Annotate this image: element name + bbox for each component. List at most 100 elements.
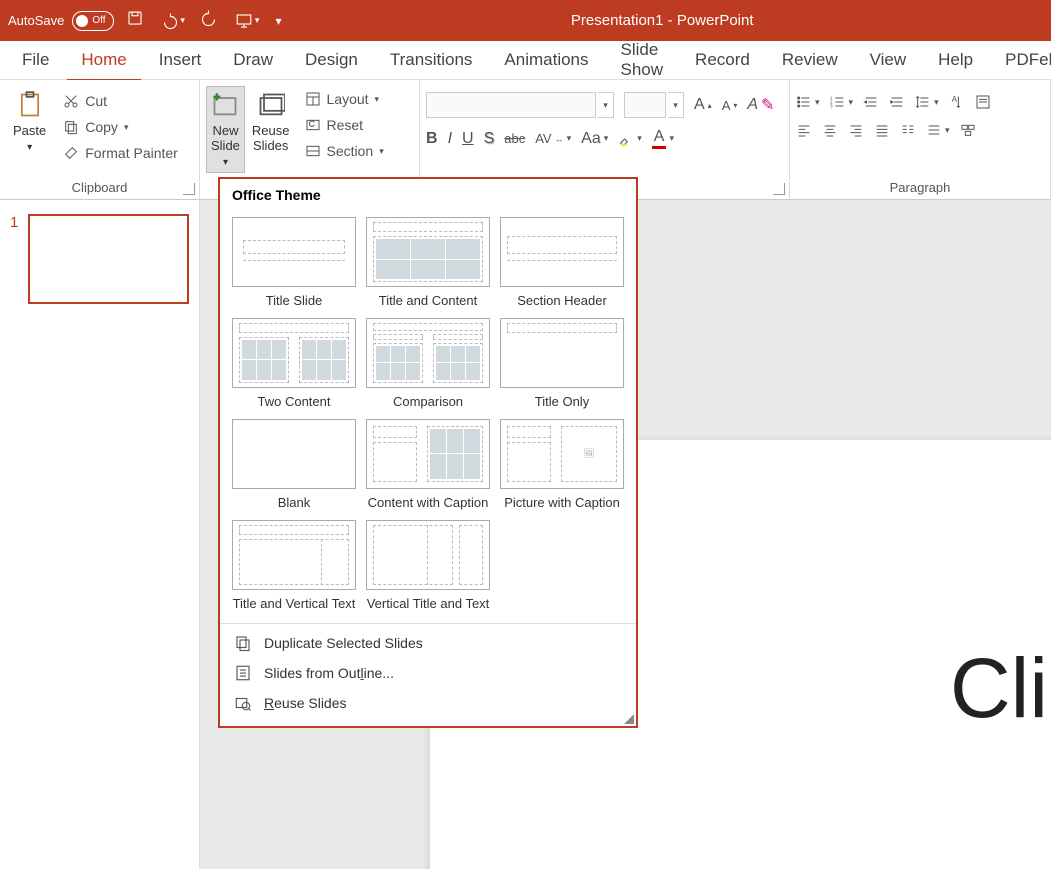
slide-title-placeholder[interactable]: Clic: [950, 640, 1051, 737]
decrease-font-button[interactable]: A▾: [722, 98, 738, 113]
text-direction-button[interactable]: A: [949, 94, 965, 110]
layout-two-content[interactable]: Two Content: [232, 318, 356, 411]
reuse-slides-button[interactable]: Reuse Slides: [245, 86, 297, 158]
slides-from-outline-item[interactable]: Slides from Outline...: [220, 658, 636, 688]
distribute-button[interactable]: ▾: [926, 122, 950, 138]
group-paragraph: ▾ 123▾ ▾ A ▾ Paragraph: [790, 80, 1051, 199]
tab-home[interactable]: Home: [67, 44, 140, 76]
section-button[interactable]: Section ▾: [301, 140, 388, 162]
slide-number: 1: [10, 214, 18, 304]
title-bar: AutoSave Off ▾ ▾ ▾ Presentation1 - Power…: [0, 0, 1051, 41]
layout-vertical-title-and-text[interactable]: Vertical Title and Text: [366, 520, 490, 613]
autosave-control[interactable]: AutoSave Off: [8, 11, 114, 31]
cut-button[interactable]: Cut: [59, 90, 182, 112]
new-slide-button[interactable]: New Slide ▾: [206, 86, 245, 173]
tab-help[interactable]: Help: [924, 44, 987, 76]
paste-button[interactable]: Paste ▾: [6, 86, 53, 158]
align-right-button[interactable]: [848, 122, 864, 138]
new-slide-gallery: Office Theme Title Slide Title and Conte…: [218, 177, 638, 728]
copy-button[interactable]: Copy ▾: [59, 116, 182, 138]
layout-title-only[interactable]: Title Only: [500, 318, 624, 411]
paste-icon: [16, 91, 44, 119]
bullets-button[interactable]: ▾: [796, 94, 820, 110]
redo-icon[interactable]: [201, 9, 219, 32]
toggle-dot: [76, 15, 88, 27]
decrease-indent-button[interactable]: [863, 94, 879, 110]
tab-record[interactable]: Record: [681, 44, 764, 76]
slide-thumbnail-1[interactable]: 1: [10, 214, 189, 304]
bold-button[interactable]: B: [426, 130, 438, 148]
tab-pdfelement[interactable]: PDFelem: [991, 44, 1051, 76]
duplicate-label: Duplicate Selected Slides: [264, 635, 423, 651]
layout-picture-with-caption[interactable]: 🖼 Picture with Caption: [500, 419, 624, 512]
layout-icon: [305, 91, 321, 107]
save-icon[interactable]: [126, 9, 144, 32]
justify-button[interactable]: [874, 122, 890, 138]
columns-button[interactable]: [900, 122, 916, 138]
tab-transitions[interactable]: Transitions: [376, 44, 487, 76]
scissors-icon: [63, 93, 79, 109]
tab-slideshow[interactable]: Slide Show: [607, 34, 678, 86]
clear-formatting-button[interactable]: A✎: [747, 95, 774, 115]
format-painter-label: Format Painter: [85, 145, 178, 161]
tab-draw[interactable]: Draw: [219, 44, 287, 76]
svg-text:3: 3: [830, 103, 833, 108]
align-text-button[interactable]: [975, 94, 991, 110]
group-paragraph-label: Paragraph: [796, 180, 1044, 197]
strikethrough-button[interactable]: abc: [504, 131, 525, 146]
duplicate-slides-item[interactable]: Duplicate Selected Slides: [220, 628, 636, 658]
align-center-button[interactable]: [822, 122, 838, 138]
present-icon[interactable]: ▾: [235, 12, 260, 30]
smartart-button[interactable]: [960, 122, 976, 138]
italic-button[interactable]: I: [448, 130, 452, 148]
quick-access-toolbar: ▾ ▾ ▾: [126, 9, 281, 32]
tab-review[interactable]: Review: [768, 44, 852, 76]
highlight-button[interactable]: ▾: [618, 131, 642, 147]
slide-thumbnail[interactable]: [28, 214, 189, 304]
underline-button[interactable]: U: [462, 130, 474, 148]
tab-file[interactable]: File: [8, 44, 63, 76]
shadow-button[interactable]: S: [484, 130, 495, 148]
layout-blank[interactable]: Blank: [232, 419, 356, 512]
layout-title-and-vertical-text[interactable]: Title and Vertical Text: [232, 520, 356, 613]
window-title: Presentation1 - PowerPoint: [281, 12, 1043, 29]
undo-icon[interactable]: ▾: [160, 12, 185, 30]
slide-thumbnail-panel[interactable]: 1: [0, 200, 200, 869]
layout-title-and-content[interactable]: Title and Content: [366, 217, 490, 310]
font-size-dropdown[interactable]: ▾: [668, 92, 684, 118]
tab-insert[interactable]: Insert: [145, 44, 216, 76]
font-name-input[interactable]: [426, 92, 596, 118]
tab-animations[interactable]: Animations: [490, 44, 602, 76]
reset-button[interactable]: Reset: [301, 114, 388, 136]
line-spacing-button[interactable]: ▾: [915, 94, 939, 110]
font-launcher[interactable]: [773, 183, 785, 195]
increase-font-button[interactable]: A▴: [694, 96, 712, 114]
tab-design[interactable]: Design: [291, 44, 372, 76]
layout-content-with-caption[interactable]: Content with Caption: [366, 419, 490, 512]
reuse-slides-label: Reuse Slides: [252, 123, 290, 153]
chevron-down-icon: ▾: [223, 157, 228, 168]
format-painter-button[interactable]: Format Painter: [59, 142, 182, 164]
align-left-button[interactable]: [796, 122, 812, 138]
chevron-down-icon: ▾: [27, 142, 32, 153]
change-case-button[interactable]: Aa▾: [581, 130, 608, 148]
reuse-label: Reuse Slides: [264, 695, 347, 711]
font-color-button[interactable]: A▾: [652, 128, 674, 149]
chevron-down-icon: ▾: [375, 94, 380, 105]
gallery-resize-handle[interactable]: [624, 714, 634, 724]
numbering-button[interactable]: 123▾: [830, 94, 854, 110]
autosave-toggle[interactable]: Off: [72, 11, 114, 31]
tab-view[interactable]: View: [856, 44, 921, 76]
increase-indent-button[interactable]: [889, 94, 905, 110]
layout-section-header[interactable]: Section Header: [500, 217, 624, 310]
layout-button[interactable]: Layout ▾: [301, 88, 388, 110]
font-size-input[interactable]: [624, 92, 666, 118]
char-spacing-button[interactable]: AV↔▾: [535, 131, 571, 146]
layout-comparison[interactable]: Comparison: [366, 318, 490, 411]
layout-title-slide[interactable]: Title Slide: [232, 217, 356, 310]
reuse-slides-item[interactable]: Reuse Slides: [220, 688, 636, 718]
new-slide-icon: [211, 91, 239, 119]
outline-label: Slides from Outline...: [264, 665, 394, 681]
clipboard-launcher[interactable]: [183, 183, 195, 195]
font-name-dropdown[interactable]: ▾: [598, 92, 614, 118]
